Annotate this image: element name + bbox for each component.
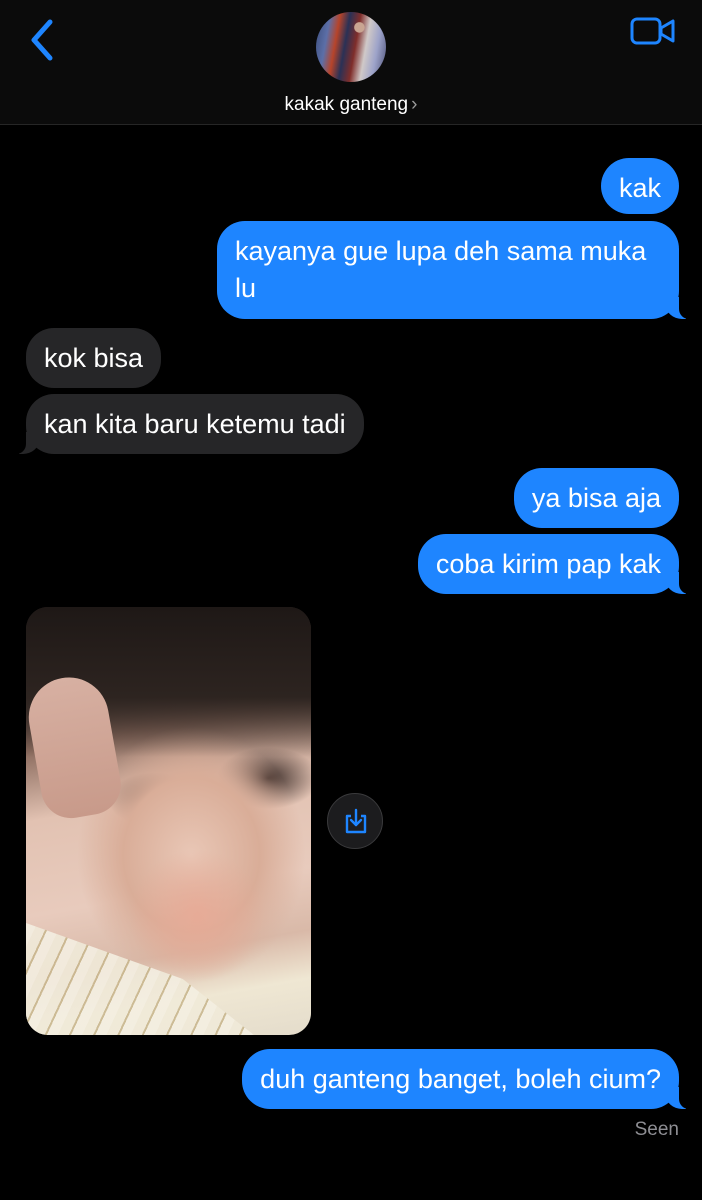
read-receipt: Seen: [634, 1119, 679, 1140]
photo-message[interactable]: [26, 607, 311, 1035]
message-text: kok bisa: [44, 343, 144, 373]
save-photo-button[interactable]: [327, 793, 383, 849]
message-bubble-outgoing[interactable]: ya bisa aja: [513, 468, 679, 528]
message-bubble-outgoing[interactable]: kak: [600, 158, 679, 214]
contact-avatar[interactable]: [316, 12, 386, 82]
back-button[interactable]: [26, 14, 66, 62]
message-bubble-outgoing[interactable]: coba kirim pap kak: [417, 534, 694, 594]
message-bubble-incoming[interactable]: kan kita baru ketemu tadi: [12, 394, 364, 454]
photo-content: [26, 923, 254, 1035]
conversation-header: kakak ganteng ›: [0, 0, 702, 125]
chevron-right-icon: ›: [411, 94, 418, 115]
message-text: kak: [618, 173, 661, 203]
message-bubble-outgoing[interactable]: duh ganteng banget, boleh cium?: [242, 1049, 693, 1109]
video-call-button[interactable]: [630, 16, 676, 46]
chevron-left-icon: [31, 19, 53, 61]
message-text: duh ganteng banget, boleh cium?: [260, 1064, 661, 1094]
contact-name-button[interactable]: kakak ganteng ›: [0, 94, 702, 116]
download-icon: [345, 808, 367, 834]
contact-name: kakak ganteng: [284, 94, 409, 115]
message-bubble-incoming[interactable]: kok bisa: [26, 328, 162, 388]
message-text: kan kita baru ketemu tadi: [44, 409, 346, 439]
message-text: coba kirim pap kak: [435, 549, 661, 579]
message-bubble-outgoing[interactable]: kayanya gue lupa deh sama muka lu: [217, 221, 693, 319]
video-camera-icon: [630, 17, 675, 45]
message-text: ya bisa aja: [531, 483, 661, 513]
message-text: kayanya gue lupa deh sama muka lu: [235, 236, 647, 303]
